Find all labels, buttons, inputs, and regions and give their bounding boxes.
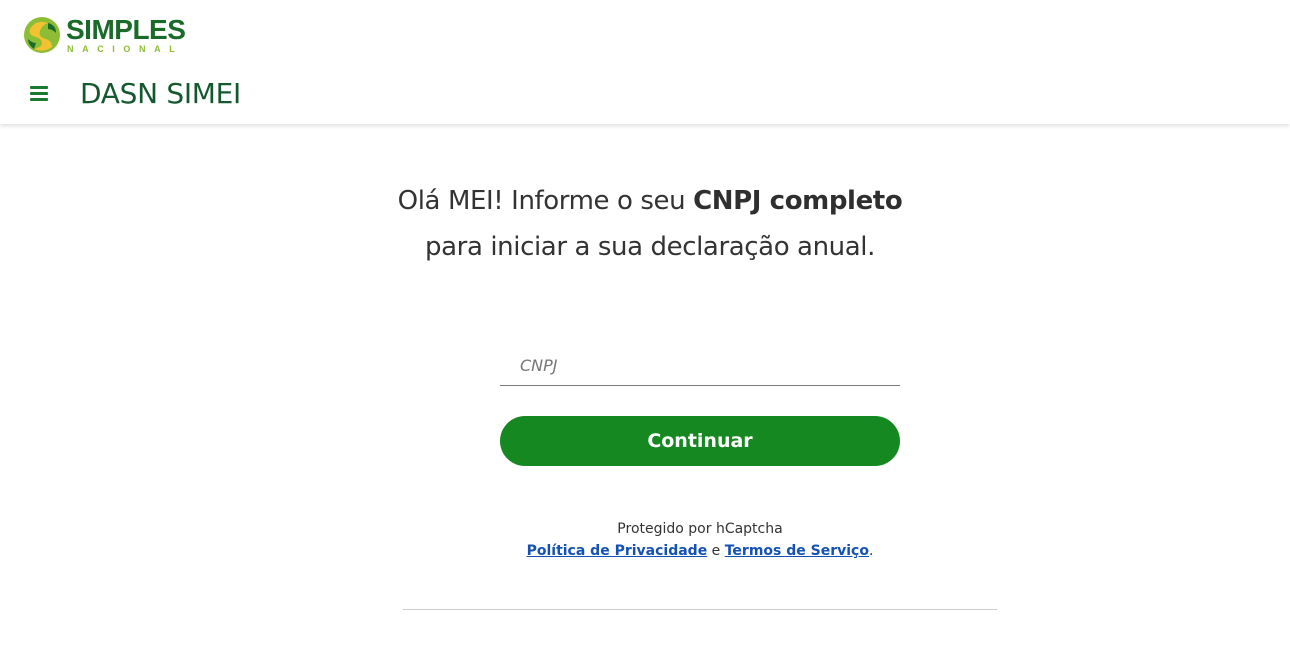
cnpj-input[interactable] (500, 345, 900, 385)
headline-text: Olá MEI! Informe o seu (397, 186, 694, 216)
simples-logo-mark-icon (24, 17, 60, 53)
hcaptcha-links: Política de Privacidade e Termos de Serv… (400, 540, 1000, 562)
logo-subtitle: NACIONAL (67, 44, 184, 54)
menu-bar (30, 97, 48, 101)
page-headline: Olá MEI! Informe o seu CNPJ completo par… (300, 178, 1000, 270)
logo-text: SIMPLES NACIONAL (66, 14, 186, 54)
continue-button[interactable]: Continuar (500, 416, 900, 466)
links-conjunction: e (711, 543, 721, 559)
links-period: . (868, 543, 874, 559)
site-header: SIMPLES NACIONAL DASN SIMEI (0, 0, 1290, 124)
terms-of-service-link[interactable]: Termos de Serviço (725, 543, 869, 559)
menu-bar (30, 85, 48, 89)
menu-bar (30, 91, 48, 95)
app-title: DASN SIMEI (80, 77, 241, 110)
privacy-policy-link[interactable]: Política de Privacidade (527, 543, 708, 559)
hamburger-menu-icon[interactable] (30, 82, 52, 104)
cnpj-field-wrapper (500, 345, 900, 386)
logo-word: SIMPLES (66, 14, 186, 45)
simples-nacional-logo[interactable]: SIMPLES NACIONAL (22, 12, 186, 58)
hcaptcha-protected-text: Protegido por hCaptcha (617, 521, 783, 537)
headline-text-line2: para iniciar a sua declaração anual. (425, 232, 875, 262)
divider (403, 609, 997, 610)
hcaptcha-notice: Protegido por hCaptcha Política de Priva… (400, 518, 1000, 562)
headline-bold: CNPJ completo (693, 186, 903, 216)
